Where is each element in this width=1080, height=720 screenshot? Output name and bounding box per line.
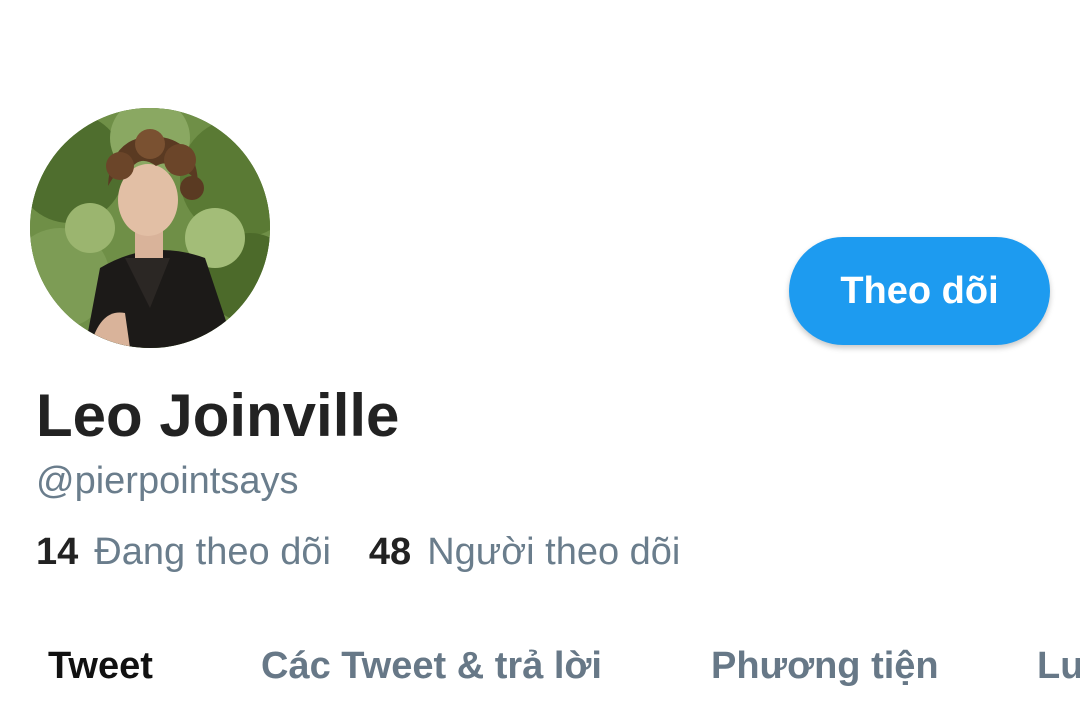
following-label: Đang theo dõi <box>94 531 331 573</box>
following-count: 14 <box>36 531 79 573</box>
tab-media[interactable]: Phương tiện <box>711 640 939 692</box>
followers-count: 48 <box>368 531 412 573</box>
profile-tabs: Tweet Các Tweet & trả lời Phương tiện Lư… <box>0 640 1080 694</box>
followers-label: Người theo dõi <box>427 531 681 573</box>
avatar[interactable] <box>30 108 270 348</box>
follow-button[interactable]: Theo dõi <box>789 237 1050 345</box>
display-name: Leo Joinville <box>36 382 400 449</box>
avatar-photo <box>30 108 270 348</box>
follow-stats: 14 Đang theo dõi 48 Người theo dõi <box>36 528 680 576</box>
tab-tweets[interactable]: Tweet <box>48 640 153 692</box>
following-stat[interactable]: 14 Đang theo dõi <box>36 528 331 576</box>
followers-stat[interactable]: 48 Người theo dõi <box>369 528 680 576</box>
user-handle: @pierpointsays <box>36 460 299 502</box>
tab-tweets-and-replies[interactable]: Các Tweet & trả lời <box>261 640 602 692</box>
profile-page: Theo dõi Leo Joinville @pierpointsays 14… <box>0 0 1080 720</box>
tab-likes[interactable]: Lượt thích <box>1037 640 1080 692</box>
